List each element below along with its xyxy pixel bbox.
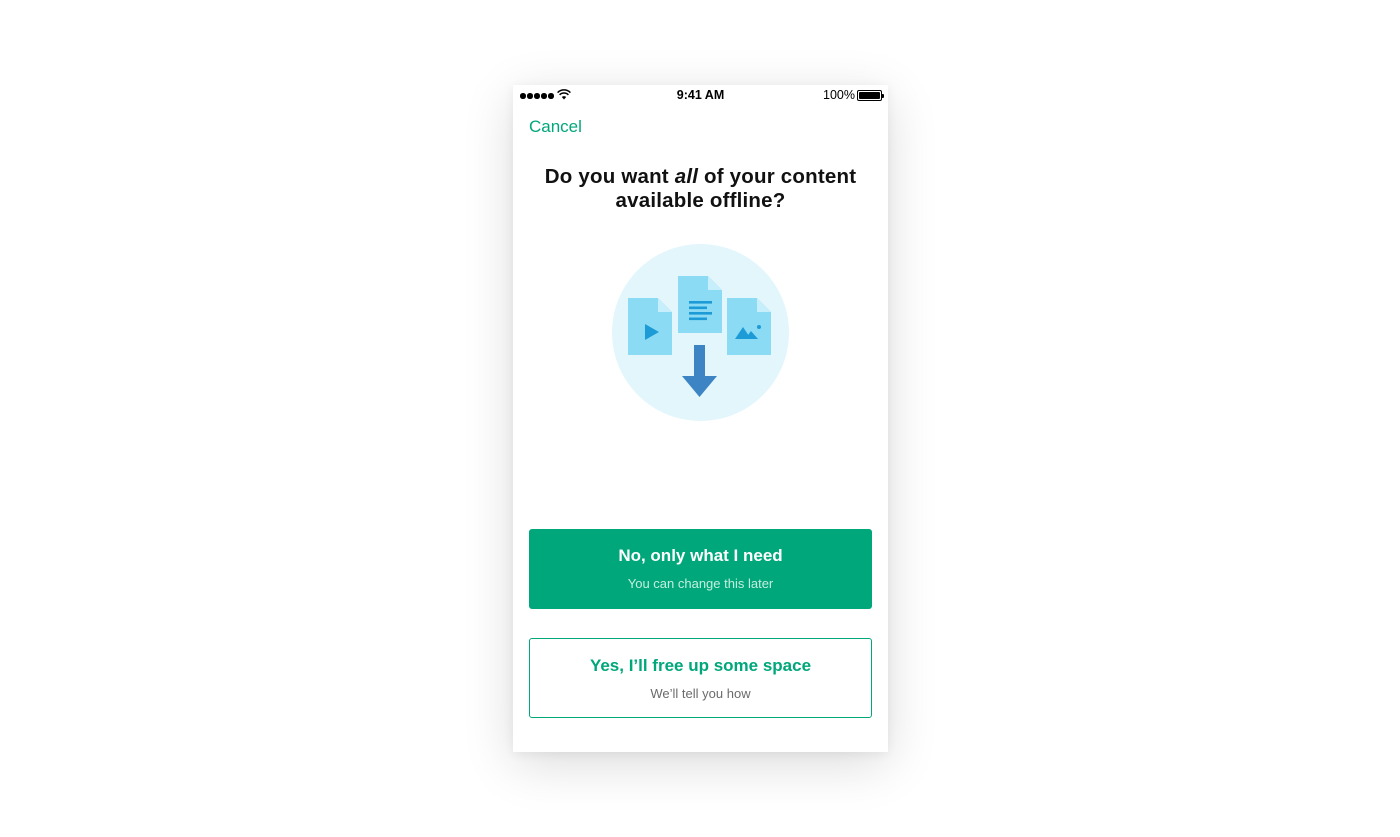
image-file-icon: [727, 298, 771, 355]
offline-download-illustration: [612, 244, 789, 421]
battery-percentage: 100%: [823, 88, 855, 102]
download-only-needed-button[interactable]: No, only what I need You can change this…: [529, 529, 872, 609]
option-title: No, only what I need: [618, 546, 783, 565]
title-emphasis: all: [674, 165, 699, 188]
option-subtitle: You can change this later: [627, 576, 774, 591]
status-bar: 9:41 AM 100%: [513, 85, 888, 105]
document-file-icon: [678, 276, 722, 333]
phone-screen: 9:41 AM 100% Cancel Do you want all of y…: [513, 85, 888, 752]
title-text-start: Do you want: [544, 165, 675, 188]
download-all-button[interactable]: Yes, I’ll free up some space We’ll tell …: [529, 638, 872, 718]
option-title: Yes, I’ll free up some space: [589, 656, 812, 675]
video-file-icon: [628, 298, 672, 355]
page-title: Do you want all of your content availabl…: [513, 165, 888, 213]
cancel-button[interactable]: Cancel: [529, 117, 582, 137]
battery-icon: [857, 90, 884, 101]
option-subtitle: We’ll tell you how: [650, 686, 751, 701]
